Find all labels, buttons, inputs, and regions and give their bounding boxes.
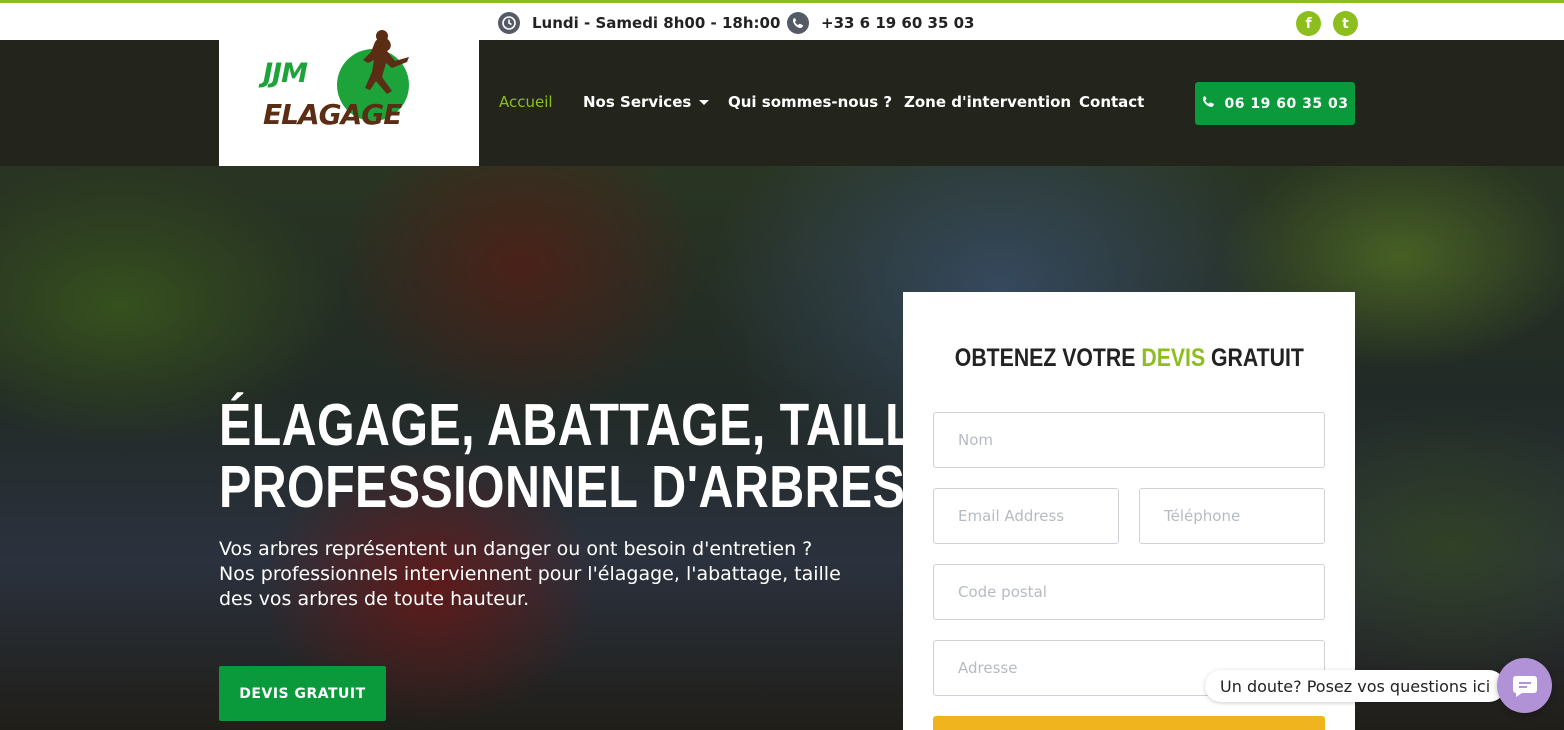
form-title-after: GRATUIT [1204,344,1304,372]
nav-item-nos-services-label: Nos Services [583,93,692,111]
nav-item-accueil[interactable]: Accueil [499,93,553,111]
quote-form: OBTENEZ VOTRE DEVIS GRATUIT [903,292,1355,730]
top-phone[interactable]: +33 6 19 60 35 03 [787,12,975,34]
code-postal-input[interactable] [933,564,1325,620]
form-title-accent: DEVIS [1141,344,1205,372]
tumblr-icon[interactable]: t [1333,11,1358,36]
nav-phone-button-label: 06 19 60 35 03 [1224,95,1349,112]
hero-description: Vos arbres représentent un danger ou ont… [219,538,841,610]
site-logo[interactable]: JJM ELAGAGE [219,30,479,166]
submit-button[interactable] [933,716,1325,730]
facebook-icon[interactable]: f [1296,11,1321,36]
telephone-input[interactable] [1139,488,1325,544]
clock-icon [498,12,520,34]
nav-item-contact[interactable]: Contact [1079,93,1144,111]
form-title: OBTENEZ VOTRE DEVIS GRATUIT [903,344,1355,373]
top-phone-text[interactable]: +33 6 19 60 35 03 [821,14,975,32]
top-bar: Lundi - Samedi 8h00 - 18h:00 +33 6 19 60… [0,0,1564,40]
email-input[interactable] [933,488,1119,544]
phone-icon [1202,95,1215,112]
nav-item-zone-intervention[interactable]: Zone d'intervention [904,93,1071,111]
chat-icon [1512,675,1537,697]
chat-prompt-bubble[interactable]: Un doute? Posez vos questions ici [1205,670,1506,702]
climber-icon [363,30,409,94]
opening-hours: Lundi - Samedi 8h00 - 18h:00 [498,12,780,34]
nav-item-qui-sommes-nous[interactable]: Qui sommes-nous ? [728,93,892,111]
form-title-before: OBTENEZ VOTRE [954,344,1142,372]
logo-text-bottom: ELAGAGE [263,98,402,131]
opening-hours-text: Lundi - Samedi 8h00 - 18h:00 [532,14,781,32]
caret-down-icon [699,100,710,105]
logo-text-top: JJM [263,58,308,89]
phone-icon [787,12,809,34]
nav-item-nos-services[interactable]: Nos Services [583,93,710,111]
devis-gratuit-button[interactable]: DEVIS GRATUIT [219,666,386,721]
nav-phone-button[interactable]: 06 19 60 35 03 [1195,82,1355,125]
nom-input[interactable] [933,412,1325,468]
chat-button[interactable] [1497,658,1552,713]
hero-title-line1: ÉLAGAGE, ABATTAGE, TAILLE [219,392,948,458]
hero-title-line2: PROFESSIONNEL D'ARBRES [219,454,906,520]
hero-title: ÉLAGAGE, ABATTAGE, TAILLE PROFESSIONNEL … [219,394,948,518]
